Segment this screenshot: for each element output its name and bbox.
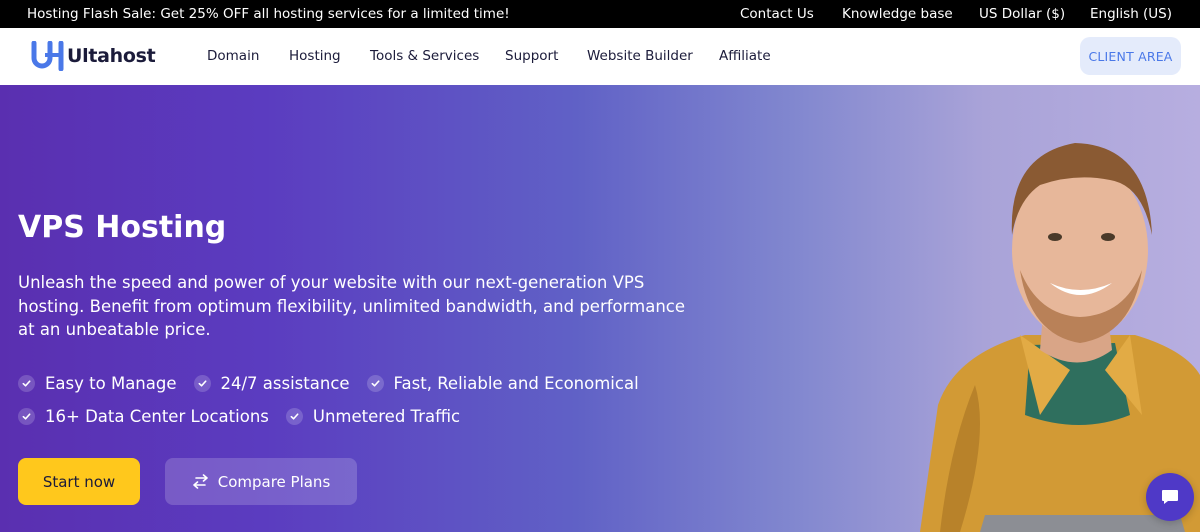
nav-tools-services[interactable]: Tools & Services <box>370 48 479 64</box>
feature-item: 24/7 assistance <box>193 374 350 393</box>
check-icon <box>18 375 35 392</box>
check-icon <box>285 408 303 425</box>
currency-selector[interactable]: US Dollar ($) <box>979 6 1065 22</box>
top-promo-bar: Hosting Flash Sale: Get 25% OFF all host… <box>0 0 1200 28</box>
swap-arrows-icon <box>192 474 208 489</box>
nav-hosting[interactable]: Hosting <box>289 48 341 64</box>
feature-label: Fast, Reliable and Economical <box>393 374 639 393</box>
hero-description: Unleash the speed and power of your webs… <box>18 273 686 339</box>
hero-title: VPS Hosting <box>18 210 227 245</box>
check-icon <box>366 375 384 392</box>
compare-plans-button[interactable]: Compare Plans <box>165 458 357 505</box>
features-row-2: 16+ Data Center Locations Unmetered Traf… <box>18 407 477 426</box>
flash-sale-text[interactable]: Hosting Flash Sale: Get 25% OFF all host… <box>27 6 510 22</box>
client-area-button[interactable]: CLIENT AREA <box>1080 37 1181 75</box>
feature-label: 16+ Data Center Locations <box>45 407 269 426</box>
feature-item: Unmetered Traffic <box>285 407 461 426</box>
nav-website-builder[interactable]: Website Builder <box>587 48 693 64</box>
logo-mark-icon <box>31 41 64 71</box>
logo-text: Ultahost <box>67 45 156 67</box>
smiling-man-image <box>920 143 1200 532</box>
feature-item: Fast, Reliable and Economical <box>366 374 639 393</box>
chat-icon <box>1162 490 1178 504</box>
hero-section: VPS Hosting Unleash the speed and power … <box>0 85 1200 532</box>
features-row-1: Easy to Manage 24/7 assistance Fast, Rel… <box>18 374 656 393</box>
live-chat-button[interactable] <box>1146 473 1194 521</box>
main-navbar: Ultahost Domain Hosting Tools & Services… <box>0 28 1200 85</box>
feature-label: Easy to Manage <box>45 374 177 393</box>
feature-item: 16+ Data Center Locations <box>18 407 269 426</box>
nav-domain[interactable]: Domain <box>207 48 259 64</box>
check-icon <box>18 408 35 425</box>
feature-label: 24/7 assistance <box>220 374 350 393</box>
knowledge-base-link[interactable]: Knowledge base <box>842 6 953 22</box>
check-icon <box>193 375 211 392</box>
nav-affiliate[interactable]: Affiliate <box>719 48 771 64</box>
compare-plans-label: Compare Plans <box>217 472 331 491</box>
nav-support[interactable]: Support <box>505 48 558 64</box>
language-selector[interactable]: English (US) <box>1090 6 1172 22</box>
start-now-button[interactable]: Start now <box>18 458 140 505</box>
contact-us-link[interactable]: Contact Us <box>740 6 814 22</box>
feature-label: Unmetered Traffic <box>312 407 461 426</box>
ultahost-logo[interactable]: Ultahost <box>31 41 156 71</box>
feature-item: Easy to Manage <box>18 374 177 393</box>
